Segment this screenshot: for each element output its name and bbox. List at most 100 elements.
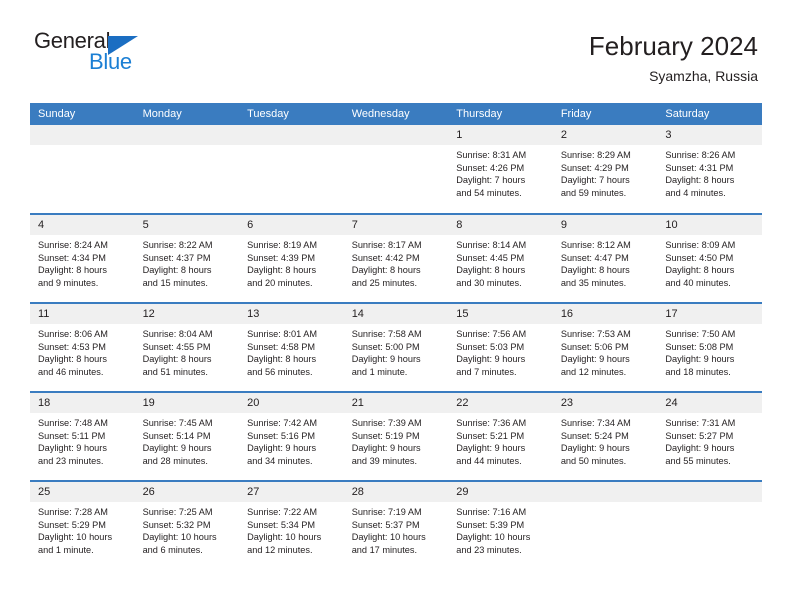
calendar-day-cell[interactable]: 12 Sunrise: 8:04 AM Sunset: 4:55 PM Dayligh… — [134, 302, 240, 392]
day-daylight-text: Daylight: 9 hours — [351, 443, 421, 454]
calendar-day-cell[interactable]: 1 Sunrise: 8:31 AM Sunset: 4:26 PM Daylight… — [448, 125, 553, 214]
day-sunrise-text: Sunrise: 8:04 AM — [142, 329, 213, 339]
day-sunrise-text: Sunrise: 8:14 AM — [456, 240, 527, 250]
day-daylight-text: and 51 minutes. — [142, 366, 208, 377]
day-daylight-text: Daylight: 8 hours — [665, 265, 735, 276]
day-sunset-text: Sunset: 4:55 PM — [142, 341, 211, 352]
day-number: 15 — [448, 304, 553, 324]
day-daylight-text: Daylight: 10 hours — [247, 532, 322, 543]
day-daylight-text: and 12 minutes. — [247, 544, 313, 555]
day-sunrise-text: Sunrise: 8:17 AM — [351, 240, 422, 250]
day-number — [30, 125, 135, 145]
day-sun-info: Sunrise: 7:50 AM Sunset: 5:08 PM Daylight:… — [657, 324, 762, 378]
day-sunset-text: Sunset: 5:08 PM — [665, 341, 734, 352]
calendar-day-cell[interactable]: 10 Sunrise: 8:09 AM Sunset: 4:50 PM Dayligh… — [657, 213, 762, 303]
day-daylight-text: and 34 minutes. — [247, 455, 313, 466]
day-sun-info: Sunrise: 7:56 AM Sunset: 5:03 PM Daylight:… — [448, 324, 553, 378]
calendar-week-row: 11 Sunrise: 8:06 AM Sunset: 4:53 PM Dayligh… — [30, 302, 762, 392]
day-sun-info: Sunrise: 7:45 AM Sunset: 5:14 PM Daylight:… — [135, 413, 240, 467]
day-sunset-text: Sunset: 4:42 PM — [351, 252, 420, 263]
calendar-day-cell[interactable]: 3 Sunrise: 8:26 AM Sunset: 4:31 PM Daylight… — [657, 125, 762, 214]
day-sun-info: Sunrise: 8:31 AM Sunset: 4:26 PM Daylight:… — [448, 145, 553, 199]
day-daylight-text: Daylight: 9 hours — [247, 443, 317, 454]
calendar-day-cell[interactable]: 27 Sunrise: 7:22 AM Sunset: 5:34 PM Dayligh… — [239, 480, 344, 570]
weekday-header-monday: Monday — [134, 103, 240, 125]
day-number: 13 — [239, 304, 344, 324]
day-daylight-text: and 39 minutes. — [351, 455, 418, 466]
day-daylight-text: Daylight: 8 hours — [456, 265, 526, 276]
day-number: 10 — [657, 215, 762, 235]
calendar-day-cell[interactable]: 26 Sunrise: 7:25 AM Sunset: 5:32 PM Dayligh… — [134, 480, 240, 570]
day-sunrise-text: Sunrise: 7:53 AM — [560, 329, 631, 339]
calendar-day-cell[interactable]: 2 Sunrise: 8:29 AM Sunset: 4:29 PM Daylight… — [552, 125, 658, 214]
day-sunrise-text: Sunrise: 8:22 AM — [142, 240, 213, 250]
day-sunrise-text: Sunrise: 7:48 AM — [38, 418, 108, 428]
calendar-day-cell[interactable]: 28 Sunrise: 7:19 AM Sunset: 5:37 PM Dayligh… — [343, 480, 449, 570]
day-sunrise-text: Sunrise: 8:12 AM — [560, 240, 631, 250]
day-sun-info: Sunrise: 7:25 AM Sunset: 5:32 PM Daylight:… — [135, 502, 240, 556]
day-sunset-text: Sunset: 5:39 PM — [456, 519, 525, 530]
calendar-day-cell[interactable]: 21 Sunrise: 7:39 AM Sunset: 5:19 PM Dayligh… — [343, 391, 449, 481]
page-title: February 2024 — [588, 31, 758, 61]
calendar-day-cell[interactable]: 4 Sunrise: 8:24 AM Sunset: 4:34 PM Daylight… — [30, 213, 135, 303]
day-number: 14 — [343, 304, 449, 324]
day-daylight-text: and 9 minutes. — [38, 277, 99, 288]
calendar-day-cell[interactable]: 8 Sunrise: 8:14 AM Sunset: 4:45 PM Daylight… — [448, 213, 553, 303]
day-sun-info: Sunrise: 7:22 AM Sunset: 5:34 PM Daylight:… — [239, 502, 344, 556]
calendar-day-cell[interactable]: 29 Sunrise: 7:16 AM Sunset: 5:39 PM Dayligh… — [448, 480, 553, 570]
calendar-day-cell[interactable]: 24 Sunrise: 7:31 AM Sunset: 5:27 PM Dayligh… — [657, 391, 762, 481]
day-sunset-text: Sunset: 5:03 PM — [456, 341, 525, 352]
day-number — [134, 125, 240, 145]
day-sunset-text: Sunset: 5:11 PM — [38, 430, 106, 441]
calendar-day-cell[interactable]: 15 Sunrise: 7:56 AM Sunset: 5:03 PM Dayligh… — [448, 302, 553, 392]
calendar-day-cell[interactable]: 13 Sunrise: 8:01 AM Sunset: 4:58 PM Dayligh… — [239, 302, 344, 392]
calendar-cell-empty — [30, 125, 135, 214]
day-sunset-text: Sunset: 4:39 PM — [247, 252, 316, 263]
day-daylight-text: and 59 minutes. — [560, 187, 627, 198]
day-sun-info: Sunrise: 7:19 AM Sunset: 5:37 PM Daylight:… — [344, 502, 449, 556]
title-block: February 2024 Syamzha, Russia — [589, 30, 758, 84]
day-daylight-text: Daylight: 10 hours — [142, 532, 217, 543]
day-daylight-text: Daylight: 8 hours — [38, 354, 107, 365]
calendar-body: 1 Sunrise: 8:31 AM Sunset: 4:26 PM Daylight… — [30, 125, 762, 570]
day-daylight-text: Daylight: 8 hours — [247, 354, 317, 365]
weekday-header-tuesday: Tuesday — [239, 103, 344, 125]
day-daylight-text: and 30 minutes. — [456, 277, 522, 288]
calendar-page: General Blue February 2024 Syamzha, Russ… — [0, 0, 792, 612]
calendar-day-cell[interactable]: 16 Sunrise: 7:53 AM Sunset: 5:06 PM Dayligh… — [552, 302, 658, 392]
calendar-day-cell[interactable]: 17 Sunrise: 7:50 AM Sunset: 5:08 PM Dayligh… — [657, 302, 762, 392]
day-daylight-text: and 23 minutes. — [38, 455, 104, 466]
calendar-header-row: Sunday Monday Tuesday Wednesday Thursday… — [30, 103, 762, 125]
day-sunrise-text: Sunrise: 8:29 AM — [560, 150, 631, 160]
general-blue-logo[interactable]: General Blue — [34, 30, 154, 78]
calendar-cell-empty — [343, 125, 449, 214]
calendar-cell-empty — [134, 125, 240, 214]
calendar-day-cell[interactable]: 6 Sunrise: 8:19 AM Sunset: 4:39 PM Daylight… — [239, 213, 344, 303]
calendar-day-cell[interactable]: 7 Sunrise: 8:17 AM Sunset: 4:42 PM Daylight… — [343, 213, 449, 303]
calendar-day-cell[interactable]: 9 Sunrise: 8:12 AM Sunset: 4:47 PM Daylight… — [552, 213, 658, 303]
day-sunrise-text: Sunrise: 8:06 AM — [38, 329, 108, 339]
calendar-day-cell[interactable]: 14 Sunrise: 7:58 AM Sunset: 5:00 PM Dayligh… — [343, 302, 449, 392]
calendar-day-cell[interactable]: 5 Sunrise: 8:22 AM Sunset: 4:37 PM Daylight… — [134, 213, 240, 303]
day-daylight-text: Daylight: 9 hours — [142, 443, 212, 454]
day-daylight-text: and 17 minutes. — [351, 544, 418, 555]
day-sun-info: Sunrise: 8:01 AM Sunset: 4:58 PM Daylight:… — [239, 324, 344, 378]
calendar-day-cell[interactable]: 20 Sunrise: 7:42 AM Sunset: 5:16 PM Dayligh… — [239, 391, 344, 481]
day-daylight-text: and 1 minute. — [38, 544, 94, 555]
day-sunrise-text: Sunrise: 7:56 AM — [456, 329, 527, 339]
day-number: 20 — [239, 393, 344, 413]
day-daylight-text: and 12 minutes. — [560, 366, 627, 377]
day-number: 18 — [30, 393, 135, 413]
calendar-day-cell[interactable]: 23 Sunrise: 7:34 AM Sunset: 5:24 PM Dayligh… — [552, 391, 658, 481]
calendar-day-cell[interactable]: 11 Sunrise: 8:06 AM Sunset: 4:53 PM Dayligh… — [30, 302, 135, 392]
calendar-day-cell[interactable]: 19 Sunrise: 7:45 AM Sunset: 5:14 PM Dayligh… — [134, 391, 240, 481]
day-sunset-text: Sunset: 5:24 PM — [560, 430, 629, 441]
day-sun-info: Sunrise: 8:06 AM Sunset: 4:53 PM Daylight:… — [30, 324, 135, 378]
calendar-day-cell[interactable]: 18 Sunrise: 7:48 AM Sunset: 5:11 PM Dayligh… — [30, 391, 135, 481]
calendar-day-cell[interactable]: 25 Sunrise: 7:28 AM Sunset: 5:29 PM Dayligh… — [30, 480, 135, 570]
calendar-day-cell[interactable]: 22 Sunrise: 7:36 AM Sunset: 5:21 PM Dayligh… — [448, 391, 553, 481]
day-daylight-text: and 1 minute. — [351, 366, 408, 377]
day-sunset-text: Sunset: 5:34 PM — [247, 519, 316, 530]
day-daylight-text: Daylight: 8 hours — [665, 175, 735, 186]
day-sunset-text: Sunset: 5:21 PM — [456, 430, 525, 441]
